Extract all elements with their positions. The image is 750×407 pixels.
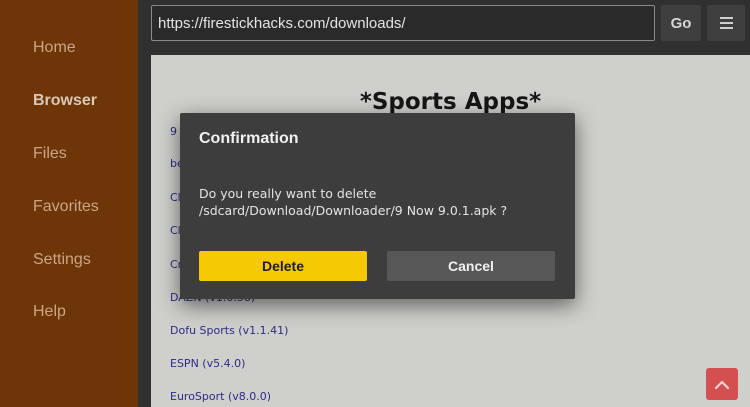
page-heading: *Sports Apps* <box>359 89 542 115</box>
sidebar-item-settings[interactable]: Settings <box>33 251 91 269</box>
chevron-up-icon <box>714 380 730 389</box>
hamburger-menu-icon-bar <box>719 27 733 29</box>
menu-button[interactable] <box>707 5 745 41</box>
cancel-button[interactable]: Cancel <box>387 251 555 281</box>
hamburger-menu-icon-bar <box>719 22 733 24</box>
sidebar-item-home[interactable]: Home <box>33 39 76 57</box>
sidebar-item-help[interactable]: Help <box>33 303 66 321</box>
app-link[interactable]: EuroSport (v8.0.0) <box>170 390 271 403</box>
app-link[interactable]: 9 <box>170 125 177 138</box>
confirmation-dialog: Confirmation Do you really want to delet… <box>180 113 575 299</box>
app-link[interactable]: ESPN (v5.4.0) <box>170 357 245 370</box>
hamburger-menu-icon <box>719 17 733 19</box>
sidebar-item-favorites[interactable]: Favorites <box>33 198 99 216</box>
app-link[interactable]: Dofu Sports (v1.1.41) <box>170 324 288 337</box>
scroll-to-top-button[interactable] <box>706 368 738 400</box>
sidebar: Home Browser Files Favorites Settings He… <box>0 0 138 407</box>
sidebar-item-browser[interactable]: Browser <box>33 92 97 110</box>
dialog-title: Confirmation <box>199 130 299 147</box>
delete-button[interactable]: Delete <box>199 251 367 281</box>
url-input[interactable] <box>151 5 655 41</box>
sidebar-item-files[interactable]: Files <box>33 145 67 163</box>
go-button[interactable]: Go <box>661 5 701 41</box>
browser-toolbar: Go <box>138 0 750 48</box>
dialog-message: Do you really want to delete /sdcard/Dow… <box>199 186 508 218</box>
